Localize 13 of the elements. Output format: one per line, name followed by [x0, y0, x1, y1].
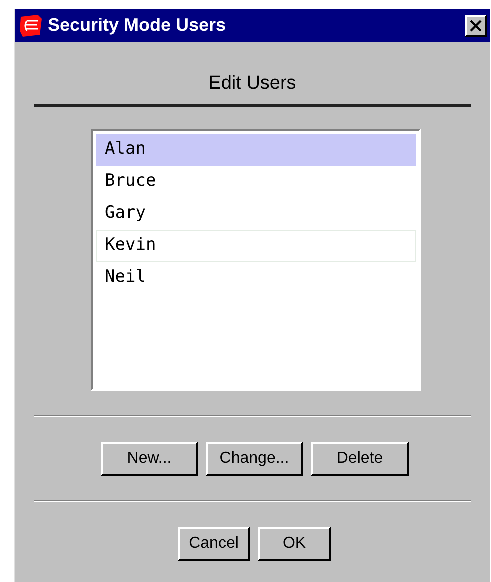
window-title: Security Mode Users — [48, 14, 228, 37]
dialog-button[interactable]: OK — [258, 527, 331, 561]
dialog-button[interactable]: Cancel — [178, 527, 250, 561]
close-icon — [470, 20, 482, 32]
dialog-button[interactable]: Change... — [206, 442, 303, 476]
user-list-item[interactable]: Alan — [96, 134, 416, 166]
dialog-button[interactable]: New... — [101, 442, 198, 476]
dialog-button[interactable]: Delete — [311, 442, 409, 476]
user-list-item[interactable]: Kevin — [96, 230, 416, 262]
user-list[interactable]: Alan Bruce Gary Kevin Neil — [91, 129, 421, 391]
section-heading: Edit Users — [208, 72, 296, 96]
close-button[interactable] — [465, 14, 487, 36]
app-logo-icon — [18, 12, 44, 38]
